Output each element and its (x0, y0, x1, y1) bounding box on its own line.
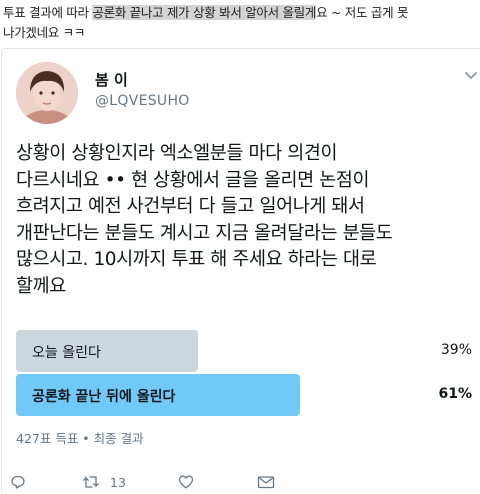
chevron-down-icon[interactable] (464, 69, 478, 83)
user-handle[interactable]: @LQVESUHO (95, 93, 190, 109)
reply-button[interactable] (10, 474, 26, 490)
tweet-actions: 13 (2, 470, 480, 494)
retweet-count: 13 (110, 474, 126, 490)
like-button[interactable] (178, 474, 194, 490)
retweet-icon (83, 476, 99, 488)
caption-part2: 요 ~ 저도 곱게 못 (316, 5, 409, 20)
reply-icon (11, 475, 25, 489)
tweet-text: 상황이 상황인지라 엑소엘분들 마다 의견이 다르시네요 •• 현 상황에서 글… (16, 143, 393, 297)
poll-option-percent: 61% (438, 386, 472, 402)
caption-part1: 투표 결과에 따라 (3, 5, 93, 20)
poll-option-label: 오늘 올린다 (32, 345, 101, 361)
dm-button[interactable] (257, 474, 275, 490)
poll-meta: 427표 득표 • 최종 결과 (16, 431, 144, 446)
mail-icon (257, 476, 275, 489)
poll-option-1: 오늘 올린다 39% (16, 330, 472, 372)
caption-line2: 나가겠네요 ㅋㅋ (3, 25, 86, 40)
heart-icon (178, 475, 194, 489)
tweet-card: 봄 이 @LQVESUHO 상황이 상황인지라 엑소엘분들 마다 의견이 다르시… (1, 48, 480, 493)
caption-text: 투표 결과에 따라 공론화 끝나고 제가 상황 봐서 알아서 올릴게요 ~ 저도… (0, 0, 480, 43)
poll-option-label: 공론화 끝난 뒤에 올린다 (32, 389, 176, 405)
poll-option-2: 공론화 끝난 뒤에 올린다 61% (16, 374, 472, 416)
display-name[interactable]: 봄 이 (95, 69, 128, 90)
poll-option-percent: 39% (440, 342, 472, 358)
retweet-button[interactable]: 13 (82, 474, 126, 490)
avatar[interactable] (16, 62, 78, 124)
caption-highlight: 공론화 끝나고 제가 상황 봐서 알아서 올릴게 (92, 5, 317, 20)
avatar-image (16, 62, 78, 124)
